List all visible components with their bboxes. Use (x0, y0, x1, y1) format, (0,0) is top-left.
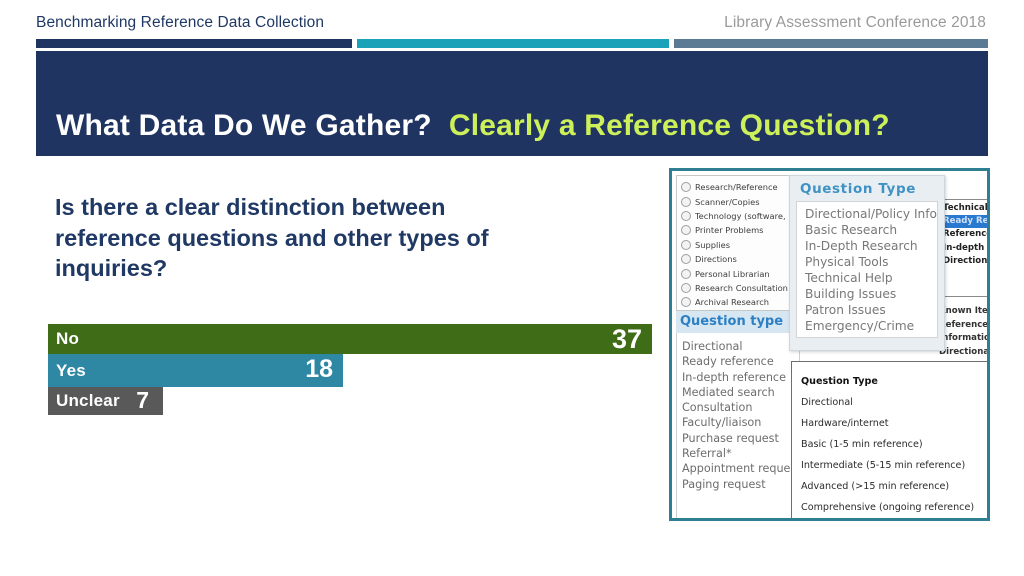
dropdown-option[interactable]: Patron Issues (805, 302, 937, 318)
radio-button-icon (681, 210, 691, 221)
header-rule-navy (36, 39, 352, 48)
radio-option-row[interactable]: Research/Reference (681, 180, 799, 194)
detail-panel-item: Advanced (>15 min reference) (801, 481, 950, 492)
radio-option-row[interactable]: Scanner/Copies (681, 194, 799, 208)
question-type-list-panel: Question type Directional Ready referenc… (676, 311, 800, 518)
radio-option-row[interactable]: Supplies (681, 238, 799, 252)
screenshot-collage-image: Research/Reference Scanner/Copies Techno… (669, 168, 990, 521)
bar-label-yes: Yes (56, 360, 86, 380)
question-type-item[interactable]: Referral* (682, 446, 799, 461)
slide-title-main: What Data Do We Gather? (56, 109, 432, 142)
select-option[interactable]: Technical (940, 202, 987, 215)
radio-option-row[interactable]: Technology (software, (681, 209, 799, 223)
question-type-select-list[interactable]: Technical Ready Ref Reference In-depth D… (939, 199, 987, 297)
dropdown-option[interactable]: In-Depth Research (805, 238, 937, 254)
bar-row-no: No 37 (48, 324, 652, 354)
radio-option-label: Technology (software, (695, 210, 786, 221)
radio-option-label: Research Consultation (695, 282, 788, 293)
radio-button-icon (681, 225, 691, 236)
select-option[interactable]: Reference (940, 228, 987, 241)
detail-panel-item: Basic (1-5 min reference) (801, 439, 923, 450)
radio-option-row[interactable]: Printer Problems (681, 223, 799, 237)
title-banner: What Data Do We Gather? Clearly a Refere… (36, 51, 988, 156)
radio-button-icon (681, 196, 691, 207)
header-rule-teal (357, 39, 669, 48)
radio-option-label: Personal Librarian (695, 268, 770, 279)
select-option[interactable]: Directional (940, 255, 987, 268)
dropdown-option[interactable]: Directional/Policy Info (805, 206, 937, 222)
radio-button-icon (681, 268, 691, 279)
radio-options-panel: Research/Reference Scanner/Copies Techno… (676, 175, 800, 311)
radio-option-label: Archival Research (695, 297, 770, 308)
question-type-detail-panel: Question Type Directional Hardware/inter… (791, 361, 987, 518)
dropdown-option[interactable]: Emergency/Crime (805, 318, 937, 334)
question-type-item[interactable]: In-depth reference (682, 370, 799, 385)
radio-option-label: Scanner/Copies (695, 196, 760, 207)
radio-option-row[interactable]: Research Consultation (681, 281, 799, 295)
dropdown-option[interactable]: Technical Help (805, 270, 937, 286)
radio-button-icon (681, 182, 691, 193)
slide-header-left-title: Benchmarking Reference Data Collection (36, 14, 325, 31)
question-type-item[interactable]: Faculty/liaison (682, 415, 799, 430)
bar-label-unclear: Unclear (56, 391, 120, 410)
radio-option-label: Research/Reference (695, 182, 778, 193)
bar-value-no: 37 (611, 324, 642, 354)
radio-option-row[interactable]: Personal Librarian (681, 266, 799, 280)
question-type-item[interactable]: Paging request (682, 477, 799, 492)
question-type-items: Directional Ready reference In-depth ref… (676, 333, 800, 518)
question-type-item[interactable]: Purchase request (682, 431, 799, 446)
question-type-item[interactable]: Mediated search (682, 385, 799, 400)
radio-button-icon (681, 282, 691, 293)
slide-header-right-title: Library Assessment Conference 2018 (724, 14, 986, 31)
radio-button-icon (681, 254, 691, 265)
detail-panel-item: Intermediate (5-15 min reference) (801, 460, 966, 471)
question-type-item[interactable]: Consultation (682, 400, 799, 415)
dropdown-heading: Question Type (800, 181, 916, 197)
detail-panel-item: Directional (801, 397, 853, 408)
dropdown-option[interactable]: Building Issues (805, 286, 937, 302)
slide-title: What Data Do We Gather? Clearly a Refere… (56, 109, 890, 143)
bar-row-yes: Yes 18 (48, 354, 343, 387)
survey-bar-chart: No 37 Yes 18 Unclear 7 (48, 324, 652, 415)
detail-panel-item: Hardware/internet (801, 418, 889, 429)
question-type-heading: Question type (676, 311, 800, 333)
radio-option-row[interactable]: Archival Research (681, 295, 799, 309)
dropdown-option[interactable]: Physical Tools (805, 254, 937, 270)
select-option[interactable]: In-depth (940, 242, 987, 255)
detail-panel-title: Question Type (801, 376, 878, 387)
question-type-item[interactable]: Directional (682, 339, 799, 354)
dropdown-options: Directional/Policy Info Basic Research I… (796, 201, 938, 338)
select-option-selected[interactable]: Ready Ref (940, 215, 987, 229)
question-type-item[interactable]: Appointment request (682, 461, 800, 476)
question-type-item[interactable]: Ready reference (682, 354, 799, 369)
radio-button-icon (681, 239, 691, 250)
radio-option-label: Printer Problems (695, 225, 764, 236)
radio-option-row[interactable]: Directions (681, 252, 799, 266)
detail-panel-item: Comprehensive (ongoing reference) (801, 502, 975, 513)
radio-option-label: Directions (695, 254, 737, 265)
bar-label-no: No (56, 329, 80, 348)
bar-value-yes: 18 (305, 355, 333, 383)
slide-title-accent: Clearly a Reference Question? (448, 109, 890, 142)
question-paragraph: Is there a clear distinction between ref… (55, 194, 489, 281)
radio-option-label: Supplies (695, 239, 731, 250)
header-rule-steel (674, 39, 988, 48)
question-type-dropdown-panel: Question Type Directional/Policy Info Ba… (789, 175, 945, 351)
radio-button-icon (681, 297, 691, 308)
bar-row-unclear: Unclear 7 (48, 387, 163, 415)
dropdown-option[interactable]: Basic Research (805, 222, 937, 238)
bar-value-unclear: 7 (136, 387, 149, 413)
